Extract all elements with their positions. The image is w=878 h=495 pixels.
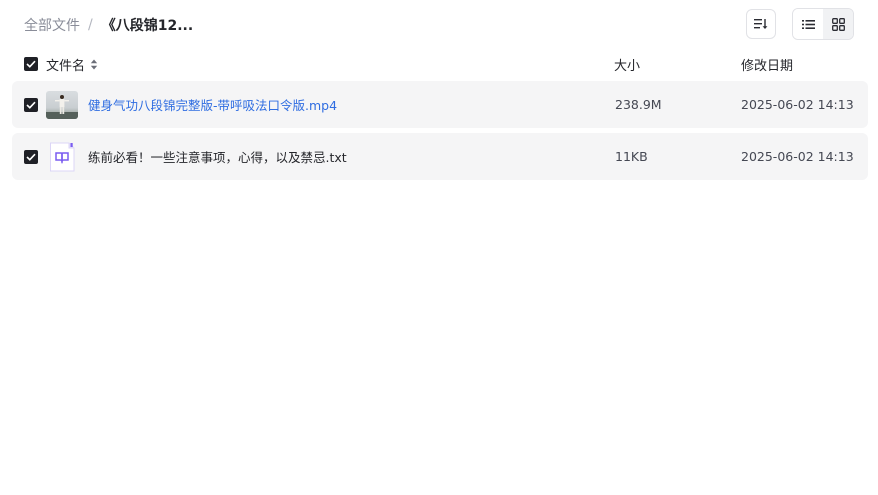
file-row-video[interactable]: 健身气功八段锦完整版-带呼吸法口令版.mp4 238.9M 2025-06-02… — [12, 81, 868, 128]
file-row-text[interactable]: 练前必看！一些注意事项，心得，以及禁忌.txt 11KB 2025-06-02 … — [12, 133, 868, 180]
breadcrumb-separator: / — [88, 17, 93, 33]
column-header-name-label: 文件名 — [46, 58, 86, 74]
check-icon — [26, 153, 36, 161]
column-header-size[interactable]: 大小 — [614, 55, 640, 74]
breadcrumb-current-folder: 《八段锦12... — [101, 18, 194, 34]
view-toolbar — [746, 8, 854, 40]
file-name-link[interactable]: 练前必看！一些注意事项，心得，以及禁忌.txt — [88, 147, 347, 166]
file-name-link[interactable]: 健身气功八段锦完整版-带呼吸法口令版.mp4 — [88, 95, 337, 114]
breadcrumb: 全部文件 / 《八段锦12... — [24, 10, 854, 40]
select-all-checkbox[interactable] — [24, 57, 38, 71]
file-modified-date: 2025-06-02 14:13 — [741, 149, 854, 164]
list-view-icon — [801, 19, 815, 29]
row-checkbox[interactable] — [24, 97, 38, 112]
sort-button[interactable] — [746, 9, 776, 39]
sort-caret-icon — [90, 59, 98, 70]
check-icon — [26, 60, 36, 68]
breadcrumb-root-link[interactable]: 全部文件 — [24, 15, 80, 35]
view-mode-toggle — [792, 8, 854, 40]
grid-view-icon — [831, 17, 845, 31]
column-header-modified[interactable]: 修改日期 — [741, 55, 793, 74]
grid-view-button[interactable] — [823, 9, 853, 39]
text-file-icon — [49, 142, 75, 172]
file-table-header: 文件名 大小 修改日期 — [24, 52, 854, 76]
file-browser: 全部文件 / 《八段锦12... 文件名 大小 修改日期 健身气功八段锦完整版-… — [0, 0, 878, 495]
column-header-name[interactable]: 文件名 — [46, 55, 98, 74]
sort-list-icon — [754, 19, 768, 29]
row-checkbox[interactable] — [24, 149, 38, 164]
check-icon — [26, 101, 36, 109]
video-thumbnail — [46, 90, 78, 119]
file-size: 11KB — [615, 149, 648, 164]
file-modified-date: 2025-06-02 14:13 — [741, 97, 854, 112]
file-size: 238.9M — [615, 97, 662, 112]
list-view-button[interactable] — [793, 9, 823, 39]
